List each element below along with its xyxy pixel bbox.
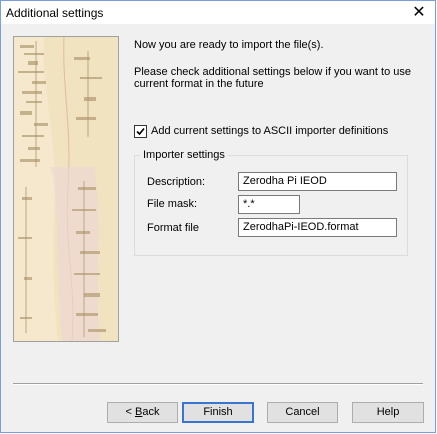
checkmark-icon — [136, 127, 145, 136]
back-button[interactable]: < Back — [107, 402, 178, 423]
intro-check-text-1: Please check additional settings below i… — [134, 66, 411, 78]
dialog-window: Additional settings ✕ Now you are ready … — [0, 0, 436, 433]
title-bar: Additional settings ✕ — [1, 1, 435, 24]
file-mask-label: File mask: — [147, 198, 198, 210]
back-button-prefix: < — [125, 406, 135, 418]
file-mask-field[interactable]: *.* — [238, 195, 300, 214]
button-separator — [13, 383, 423, 385]
chart-illustration — [13, 36, 119, 342]
finish-button[interactable]: Finish — [182, 402, 254, 423]
format-file-label: Format file — [147, 222, 199, 234]
importer-settings-legend: Importer settings — [140, 149, 228, 161]
dialog-body: Now you are ready to import the file(s).… — [1, 24, 435, 432]
close-icon[interactable]: ✕ — [403, 1, 435, 24]
help-button[interactable]: Help — [352, 402, 424, 423]
intro-ready-text: Now you are ready to import the file(s). — [134, 39, 324, 51]
description-field[interactable]: Zerodha Pi IEOD — [238, 172, 397, 191]
add-settings-label[interactable]: Add current settings to ASCII importer d… — [151, 125, 388, 137]
description-label: Description: — [147, 176, 206, 188]
cancel-button[interactable]: Cancel — [267, 402, 338, 423]
add-settings-checkbox[interactable] — [134, 125, 147, 138]
window-title: Additional settings — [6, 6, 104, 20]
intro-check-text-2: current format in the future — [134, 78, 264, 90]
back-button-label: ack — [142, 406, 160, 418]
format-file-field[interactable]: ZerodhaPi-IEOD.format — [238, 218, 397, 237]
